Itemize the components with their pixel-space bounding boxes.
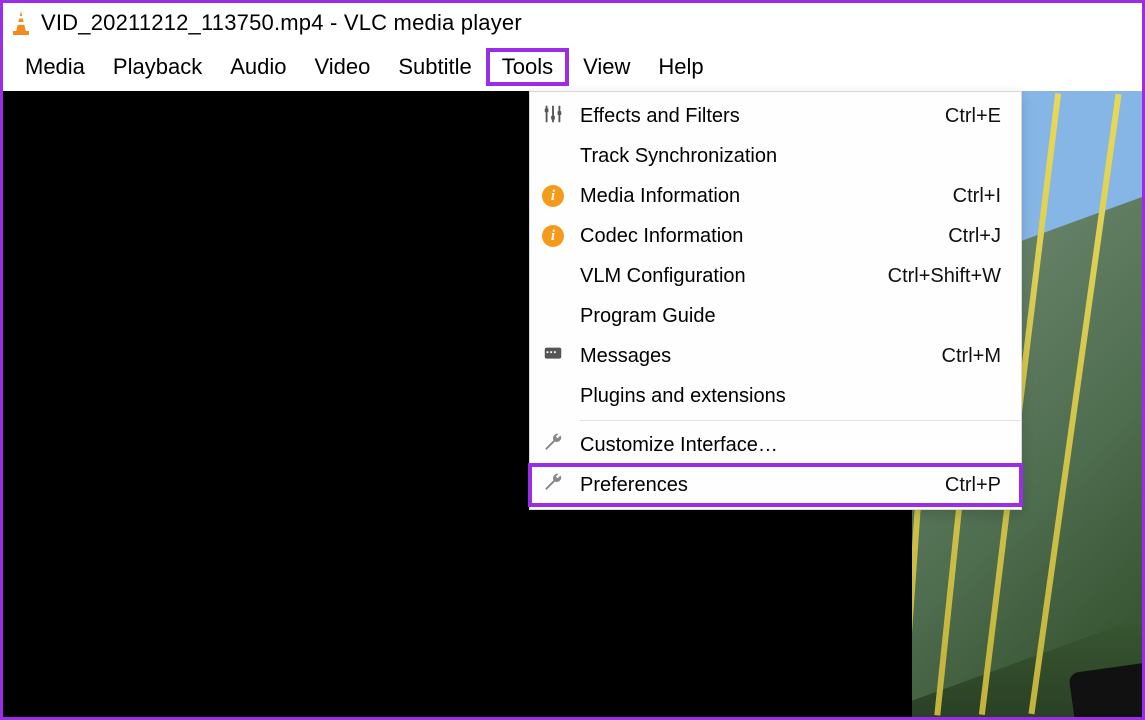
menu-item-shortcut: Ctrl+I [953,185,1007,208]
tools-dropdown: Effects and Filters Ctrl+E Track Synchro… [529,91,1022,510]
tools-vlm-configuration[interactable]: VLM Configuration Ctrl+Shift+W [530,256,1021,296]
wrench-icon [530,472,576,499]
menu-item-shortcut: Ctrl+J [948,225,1007,248]
tools-media-information[interactable]: i Media Information Ctrl+I [530,176,1021,216]
tools-codec-information[interactable]: i Codec Information Ctrl+J [530,216,1021,256]
wrench-icon [530,432,576,459]
menu-video[interactable]: Video [300,48,384,86]
menu-item-shortcut: Ctrl+M [942,345,1007,368]
menu-item-label: Plugins and extensions [576,385,1001,408]
menu-item-label: Codec Information [576,225,948,248]
tools-messages[interactable]: Messages Ctrl+M [530,336,1021,376]
tools-plugins-and-extensions[interactable]: Plugins and extensions [530,376,1021,416]
menu-separator [580,420,1021,421]
menu-item-label: Customize Interface… [576,434,1001,457]
menu-item-label: Effects and Filters [576,105,945,128]
tools-effects-and-filters[interactable]: Effects and Filters Ctrl+E [530,96,1021,136]
menu-item-label: Preferences [576,474,945,497]
menu-item-shortcut: Ctrl+Shift+W [888,265,1007,288]
tools-preferences[interactable]: Preferences Ctrl+P [530,465,1021,505]
tools-customize-interface[interactable]: Customize Interface… [530,425,1021,465]
menu-tools[interactable]: Tools [486,48,569,86]
menu-playback[interactable]: Playback [99,48,216,86]
sliders-icon [530,103,576,130]
info-icon: i [530,225,576,247]
window-title: VID_20211212_113750.mp4 - VLC media play… [41,10,522,36]
title-bar: VID_20211212_113750.mp4 - VLC media play… [3,3,1142,43]
menu-view[interactable]: View [569,48,644,86]
menu-item-label: VLM Configuration [576,265,888,288]
menu-item-shortcut: Ctrl+E [945,105,1007,128]
tools-track-synchronization[interactable]: Track Synchronization [530,136,1021,176]
menu-item-label: Messages [576,345,942,368]
menu-audio[interactable]: Audio [216,48,300,86]
menu-bar: Media Playback Audio Video Subtitle Tool… [3,43,1142,91]
messages-icon [530,343,576,370]
vlc-cone-icon [9,10,33,36]
menu-item-label: Program Guide [576,305,1001,328]
tools-program-guide[interactable]: Program Guide [530,296,1021,336]
menu-item-label: Media Information [576,185,953,208]
menu-subtitle[interactable]: Subtitle [384,48,485,86]
menu-item-shortcut: Ctrl+P [945,474,1007,497]
menu-media[interactable]: Media [11,48,99,86]
menu-item-label: Track Synchronization [576,145,1001,168]
menu-help[interactable]: Help [644,48,717,86]
info-icon: i [530,185,576,207]
